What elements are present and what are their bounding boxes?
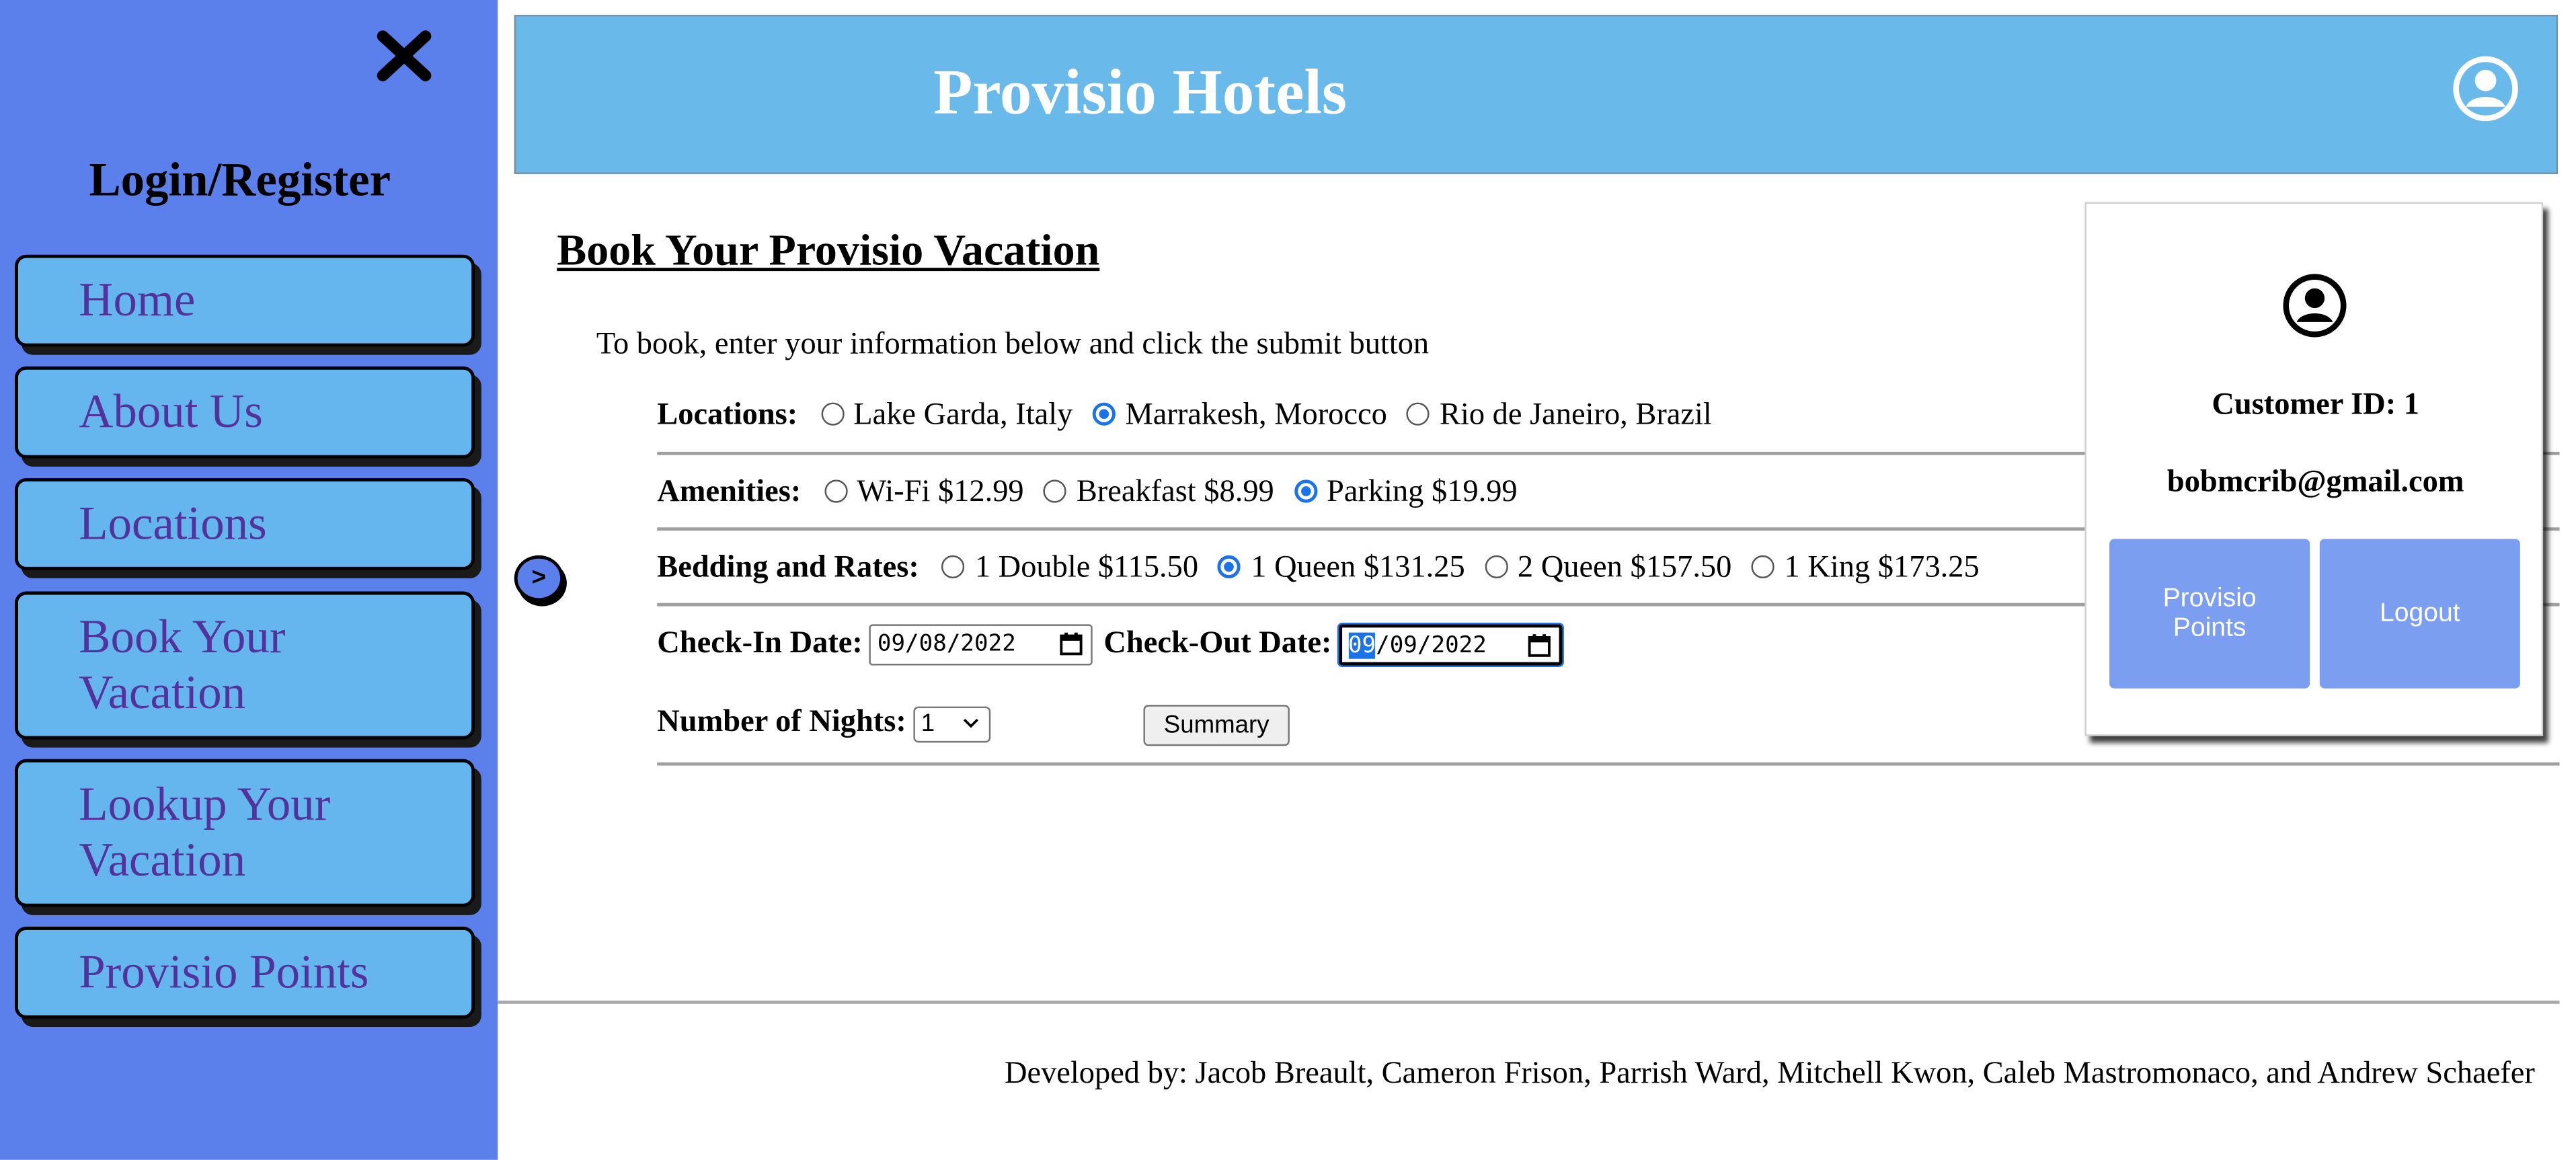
footer-divider [498, 1000, 2560, 1004]
amenity-option-parking[interactable]: Parking $19.99 [1327, 475, 1518, 509]
expand-arrow-button[interactable]: > [514, 555, 564, 602]
close-x-icon [377, 30, 432, 81]
site-title: Provisio Hotels [933, 57, 1348, 128]
row-divider [657, 762, 2560, 766]
customer-email: bobmcrib@gmail.com [2167, 465, 2464, 500]
account-button[interactable] [2450, 52, 2522, 125]
provisio-points-label-line1: Provisio [2162, 584, 2257, 613]
location-radio-marrakesh[interactable] [1092, 402, 1116, 426]
bedding-radio-2-queen[interactable] [1485, 555, 1508, 579]
bedding-option-2-queen[interactable]: 2 Queen $157.50 [1518, 550, 1731, 584]
bedding-option-1-double[interactable]: 1 Double $115.50 [975, 550, 1198, 584]
bedding-option-1-queen[interactable]: 1 Queen $131.25 [1251, 550, 1465, 584]
amenity-radio-wifi[interactable] [824, 479, 847, 503]
nights-label: Number of Nights: [657, 705, 906, 740]
nav-about-us-button[interactable]: About Us [14, 366, 475, 459]
checkin-label: Check-In Date: [657, 625, 863, 660]
nav-home-label: Home [79, 274, 196, 327]
page: Login/Register Home About Us Locations B… [0, 0, 2576, 1160]
nights-value: 1 [921, 709, 935, 738]
locations-label: Locations: [657, 397, 798, 432]
user-circle-icon [2453, 56, 2518, 122]
location-option-marrakesh[interactable]: Marrakesh, Morocco [1126, 397, 1387, 432]
provisio-points-label: Provisio Points [2163, 584, 2257, 644]
checkout-label: Check-Out Date: [1103, 625, 1332, 660]
amenity-option-breakfast[interactable]: Breakfast $8.99 [1077, 475, 1274, 509]
provisio-points-button[interactable]: Provisio Points [2109, 539, 2310, 689]
nav-book-vacation-label-line2: Vacation [79, 666, 246, 720]
page-title: Book Your Provisio Vacation [557, 225, 1100, 275]
amenities-label: Amenities: [657, 475, 802, 510]
chevron-down-icon [963, 718, 978, 728]
calendar-icon[interactable] [1060, 632, 1083, 656]
bedding-radio-1-double[interactable] [941, 555, 966, 579]
nav-provisio-points-button[interactable]: Provisio Points [14, 926, 475, 1019]
location-option-rio[interactable]: Rio de Janeiro, Brazil [1440, 397, 1712, 432]
instructions-text: To book, enter your information below an… [596, 327, 1430, 362]
customer-id: Customer ID: 1 [2212, 387, 2419, 422]
bedding-radio-1-queen[interactable] [1218, 555, 1241, 579]
profile-dropdown: Customer ID: 1 bobmcrib@gmail.com Provis… [2084, 202, 2544, 736]
footer-credits: Developed by: Jacob Breault, Cameron Fri… [1004, 1056, 2535, 1091]
amenity-radio-breakfast[interactable] [1043, 479, 1067, 503]
logout-button[interactable]: Logout [2319, 539, 2520, 689]
nights-select[interactable]: 1 [912, 705, 990, 742]
bedding-label: Bedding and Rates: [657, 550, 919, 585]
location-radio-rio[interactable] [1407, 402, 1430, 426]
bedding-radio-1-king[interactable] [1751, 555, 1774, 579]
calendar-icon[interactable] [1527, 634, 1550, 657]
user-circle-icon [2283, 274, 2347, 338]
nav-home-button[interactable]: Home [14, 254, 475, 347]
sidebar: Login/Register Home About Us Locations B… [0, 0, 498, 1160]
checkout-day-year: /09/2022 [1376, 632, 1487, 659]
provisio-points-label-line2: Points [2173, 613, 2247, 642]
site-header: Provisio Hotels [514, 14, 2559, 174]
summary-button[interactable]: Summary [1143, 705, 1290, 746]
checkin-day-year: /08/2022 [905, 631, 1016, 658]
checkout-date-input[interactable]: 09/09/2022 [1336, 622, 1563, 667]
login-register-link[interactable]: Login/Register [0, 155, 479, 209]
nav-book-vacation-label-line1: Book Your [79, 611, 286, 664]
close-sidebar-button[interactable] [371, 23, 437, 89]
nav-about-us-label: About Us [79, 386, 263, 439]
amenity-option-wifi[interactable]: Wi-Fi $12.99 [857, 475, 1023, 509]
location-radio-lake-garda[interactable] [820, 402, 844, 426]
location-option-lake-garda[interactable]: Lake Garda, Italy [853, 397, 1072, 432]
nav-locations-label: Locations [79, 498, 267, 551]
nav-book-vacation-button[interactable]: Book Your Vacation [14, 591, 475, 740]
nav-locations-button[interactable]: Locations [14, 477, 475, 570]
nav-lookup-vacation-button[interactable]: Lookup Your Vacation [14, 759, 475, 907]
amenity-radio-parking[interactable] [1294, 479, 1317, 503]
nav-lookup-vacation-label-line1: Lookup Your [79, 779, 331, 832]
nav-lookup-vacation-label-line2: Vacation [79, 835, 246, 888]
nav-provisio-points-label: Provisio Points [79, 946, 369, 999]
checkin-date-input[interactable]: 09/08/2022 [869, 624, 1093, 666]
checkin-month: 09 [877, 631, 906, 658]
checkout-month-selected: 09 [1348, 632, 1376, 659]
bedding-option-1-king[interactable]: 1 King $173.25 [1785, 550, 1980, 584]
